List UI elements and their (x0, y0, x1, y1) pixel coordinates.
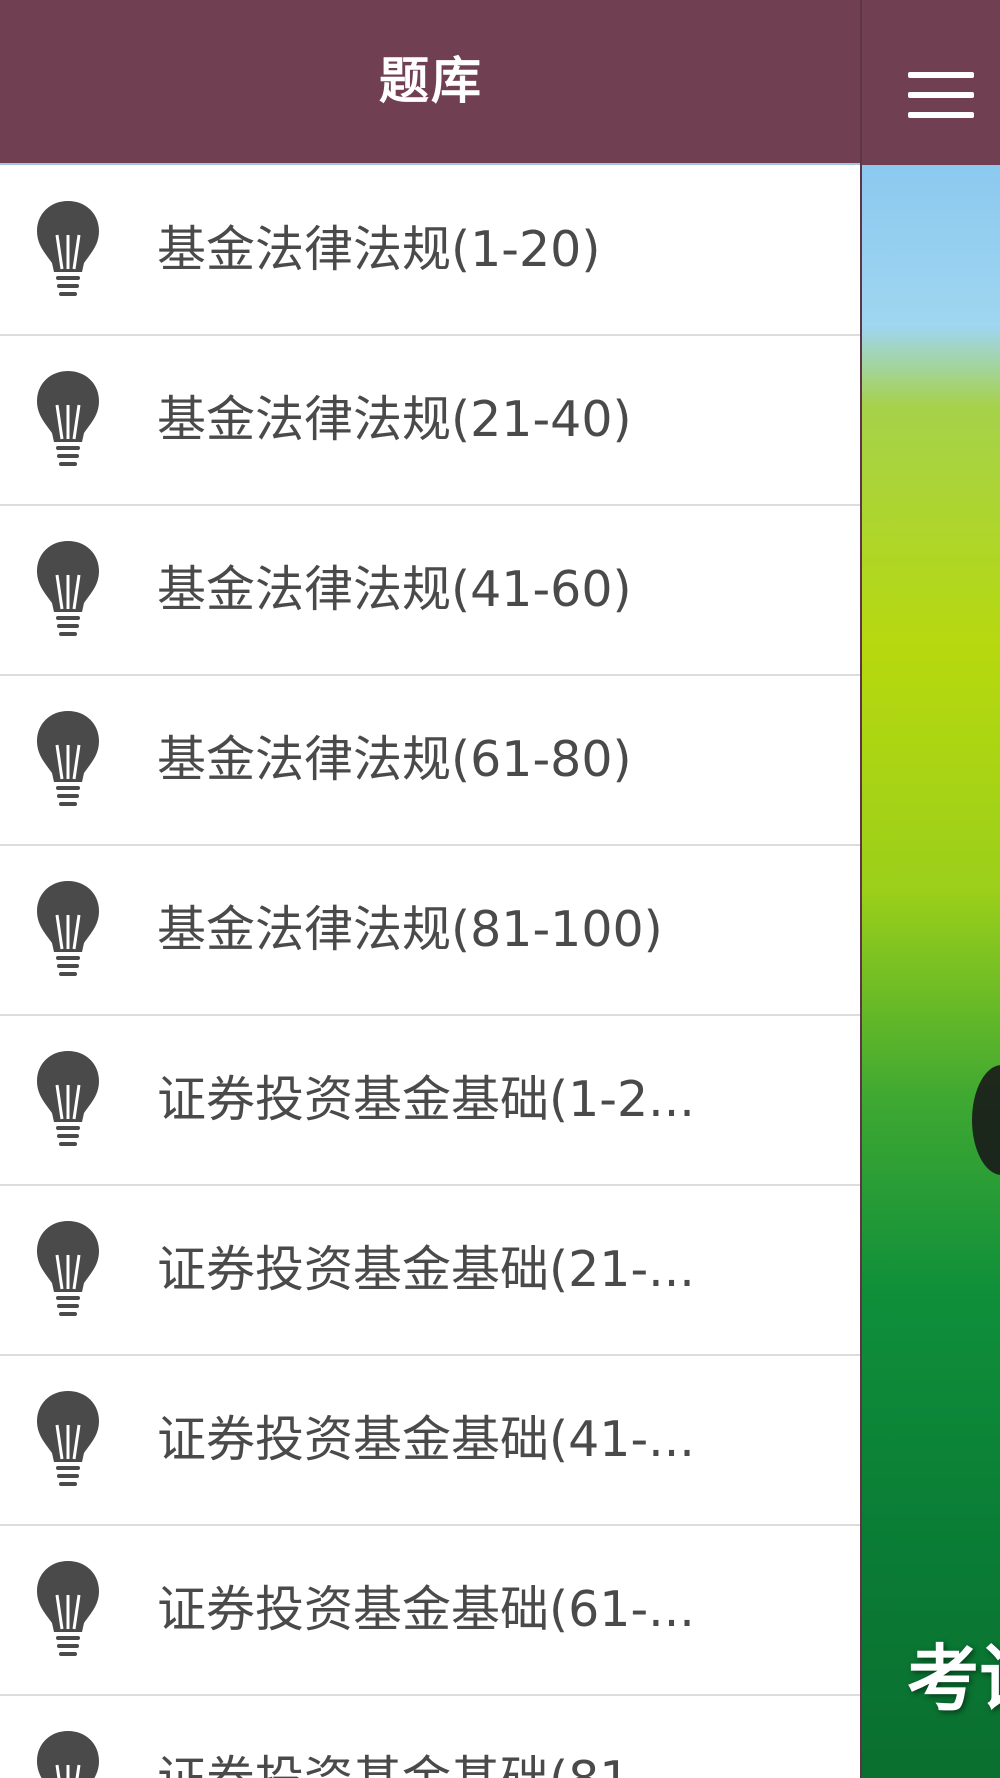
list-item[interactable]: 证券投资基金基础(41-... (0, 1356, 860, 1526)
list-item-label: 基金法律法规(21-40) (157, 391, 632, 448)
hero-banner: 考试 (862, 165, 1000, 1778)
lightbulb-icon (37, 1561, 99, 1656)
lightbulb-icon (37, 1051, 99, 1146)
list-item-label: 证券投资基金基础(81-... (157, 1696, 717, 1778)
question-bank-drawer: 题库 基金法律法规(1-20) 基金法律法规(21-40) 基金法律法规(41-… (0, 0, 862, 1778)
lightbulb-icon (37, 371, 99, 466)
list-item[interactable]: 基金法律法规(41-60) (0, 506, 860, 676)
lightbulb-icon (37, 711, 99, 806)
list-item[interactable]: 证券投资基金基础(81-... (0, 1696, 860, 1778)
lightbulb-icon (37, 1731, 99, 1778)
main-content: 考试 (862, 0, 1000, 1778)
list-item-label: 基金法律法规(81-100) (157, 901, 663, 958)
main-header (862, 0, 1000, 165)
lightbulb-icon (37, 201, 99, 296)
app-screen: 考试 题库 基金法律法规(1-20) 基金法律法规(21-40) 基金法律法规(… (0, 0, 1000, 1778)
drawer-header: 题库 (0, 0, 860, 165)
list-item-label: 证券投资基金基础(21-... (157, 1241, 695, 1298)
list-item-label: 证券投资基金基础(41-... (157, 1411, 695, 1468)
hero-figure (972, 1065, 1000, 1175)
question-bank-list: 基金法律法规(1-20) 基金法律法规(21-40) 基金法律法规(41-60)… (0, 166, 860, 1778)
lightbulb-icon (37, 1391, 99, 1486)
list-item-label: 证券投资基金基础(61-... (157, 1581, 695, 1638)
hero-text: 考试 (907, 1637, 1000, 1721)
list-item[interactable]: 基金法律法规(21-40) (0, 336, 860, 506)
list-item[interactable]: 证券投资基金基础(61-... (0, 1526, 860, 1696)
list-item[interactable]: 证券投资基金基础(1-2... (0, 1016, 860, 1186)
list-item[interactable]: 基金法律法规(1-20) (0, 166, 860, 336)
list-item-label: 证券投资基金基础(1-2... (157, 1071, 695, 1128)
list-item[interactable]: 基金法律法规(61-80) (0, 676, 860, 846)
menu-icon[interactable] (908, 70, 974, 120)
drawer-title: 题库 (379, 51, 483, 110)
list-item[interactable]: 证券投资基金基础(21-... (0, 1186, 860, 1356)
lightbulb-icon (37, 1221, 99, 1316)
list-item-label: 基金法律法规(1-20) (157, 221, 601, 278)
list-item[interactable]: 基金法律法规(81-100) (0, 846, 860, 1016)
lightbulb-icon (37, 881, 99, 976)
list-item-label: 基金法律法规(41-60) (157, 561, 632, 618)
list-item-label: 基金法律法规(61-80) (157, 731, 632, 788)
lightbulb-icon (37, 541, 99, 636)
